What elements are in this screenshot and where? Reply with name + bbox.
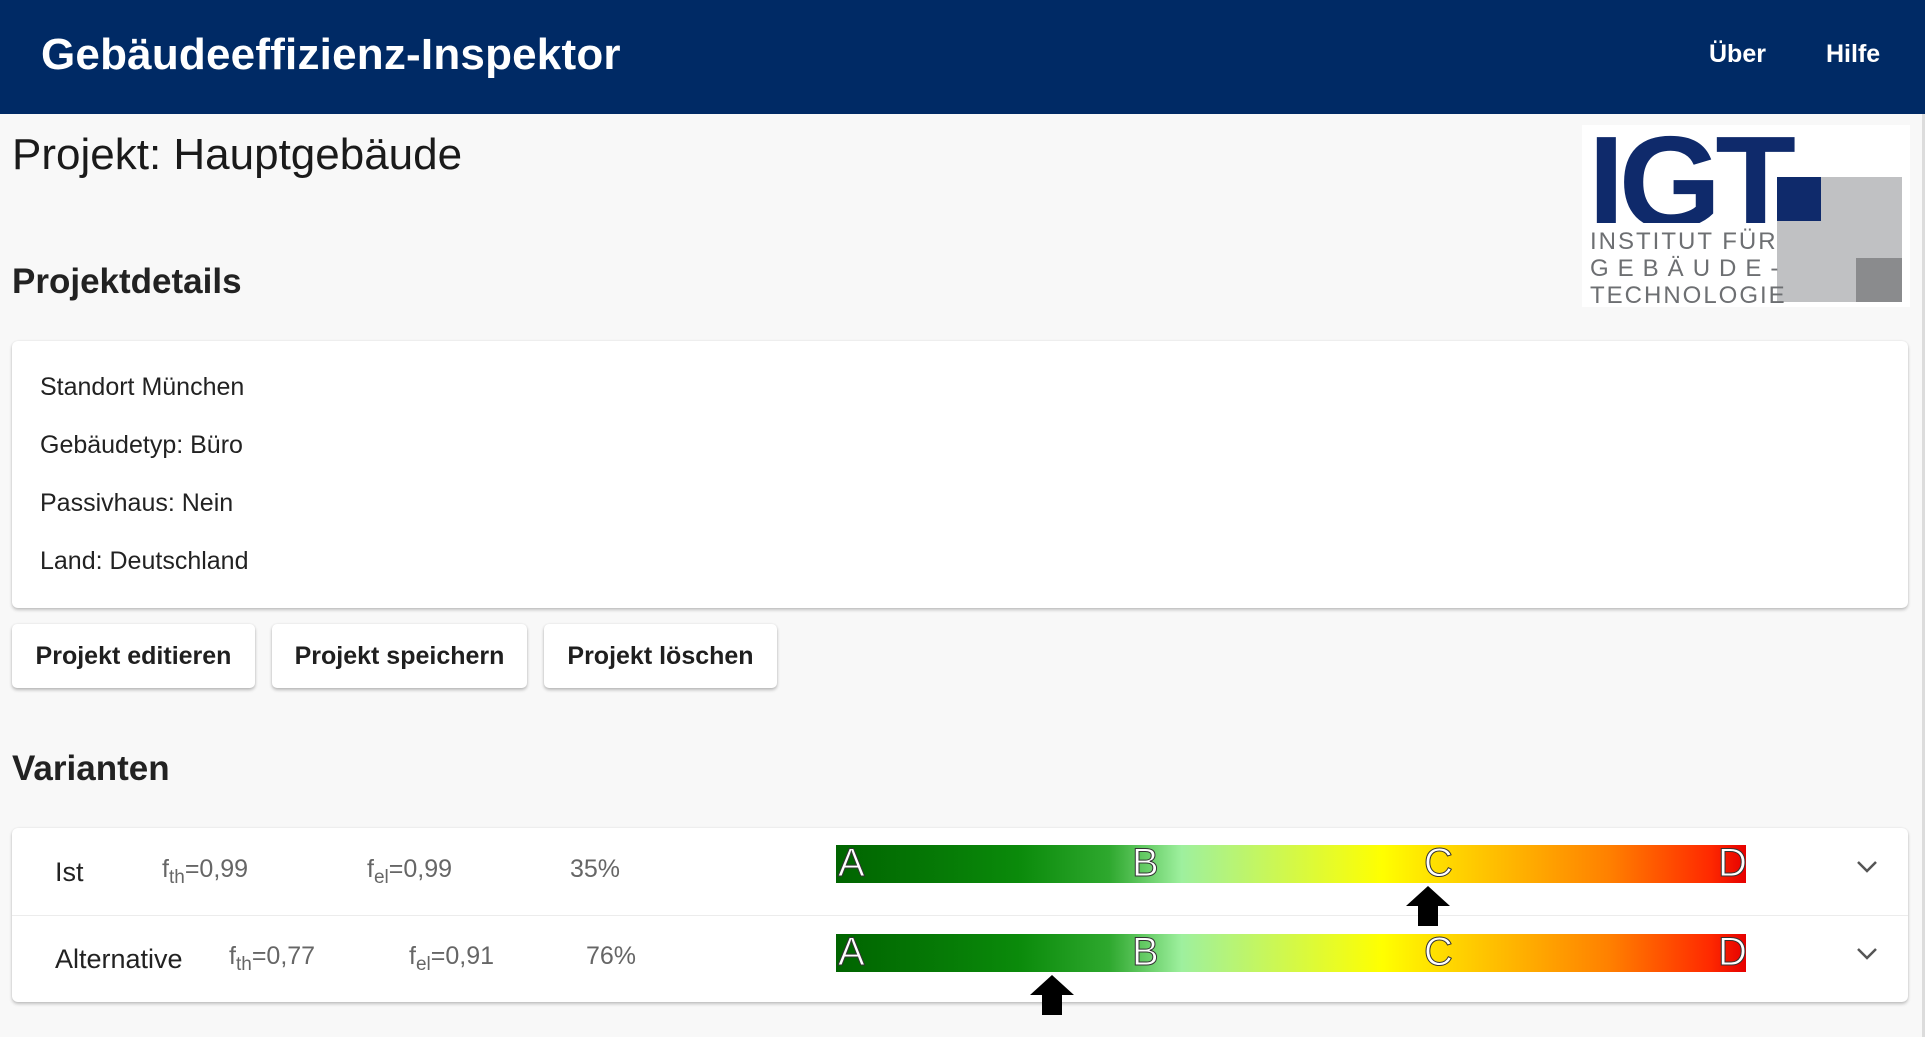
fth-subscript: th	[168, 867, 185, 888]
save-project-button[interactable]: Projekt speichern	[272, 624, 527, 688]
variant-fel: fel=0,99	[367, 855, 452, 889]
delete-project-button[interactable]: Projekt löschen	[544, 624, 777, 688]
fel-subscript: el	[373, 867, 389, 888]
app-title: Gebäudeeffizienz-Inspektor	[41, 30, 621, 79]
edit-project-button[interactable]: Projekt editieren	[12, 624, 255, 688]
fth-value: =0,77	[251, 942, 316, 970]
chevron-down-icon[interactable]	[1856, 947, 1878, 961]
variant-percent: 76%	[586, 942, 637, 970]
scale-letter-c: C	[1424, 930, 1454, 974]
detail-building-type: Gebäudetyp: Büro	[40, 431, 243, 459]
nav-about-link[interactable]: Über	[1709, 40, 1766, 69]
fth-label: f	[229, 942, 236, 970]
detail-passive-house: Passivhaus: Nein	[40, 489, 234, 517]
scale-letter-b: B	[1132, 841, 1160, 885]
rating-marker-arrow-icon	[1029, 975, 1074, 1015]
fel-value: =0,99	[388, 855, 453, 883]
page-title: Projekt: Hauptgebäude	[12, 130, 463, 179]
variants-heading: Varianten	[12, 749, 170, 788]
scale-letter-b: B	[1132, 930, 1160, 974]
variant-name: Alternative	[55, 944, 183, 974]
efficiency-scale: A B C D	[836, 841, 1748, 885]
variant-name: Ist	[55, 857, 84, 887]
logo-dark-square	[1856, 258, 1902, 302]
efficiency-scale: A B C D	[836, 930, 1748, 974]
scale-letter-d: D	[1718, 841, 1748, 885]
chevron-down-icon[interactable]	[1856, 860, 1878, 874]
scale-letter-d: D	[1718, 930, 1748, 974]
logo-text-line-3: TECHNOLOGIE	[1590, 282, 1787, 309]
fel-value: =0,91	[430, 942, 495, 970]
variant-row-alternative[interactable]: Alternative fth=0,77 fel=0,91 76% A B C …	[12, 915, 1908, 1015]
logo-blue-square	[1777, 177, 1821, 221]
variant-row-ist[interactable]: Ist fth=0,99 fel=0,99 35% A B C D	[12, 828, 1908, 926]
fth-subscript: th	[235, 954, 252, 975]
scale-letter-c: C	[1424, 841, 1454, 885]
project-details-heading: Projektdetails	[12, 262, 242, 301]
scale-letter-a: A	[838, 930, 866, 974]
nav-help-link[interactable]: Hilfe	[1826, 40, 1880, 69]
fel-subscript: el	[415, 954, 431, 975]
variants-card: Ist fth=0,99 fel=0,99 35% A B C D Altern…	[12, 828, 1908, 1015]
variant-percent: 35%	[570, 855, 621, 883]
igt-logo: IGT INSTITUT FÜR GEBÄUDE- TECHNOLOGIE	[1582, 117, 1910, 309]
variant-fth: fth=0,77	[229, 942, 315, 976]
logo-text-line-1: INSTITUT FÜR	[1590, 228, 1778, 255]
detail-location: Standort München	[40, 373, 245, 401]
variant-fel: fel=0,91	[409, 942, 494, 976]
fel-label: f	[367, 855, 374, 883]
variant-fth: fth=0,99	[162, 855, 248, 889]
project-details-card: Standort München Gebäudetyp: Büro Passiv…	[12, 341, 1908, 608]
logo-text-line-2: GEBÄUDE-	[1590, 255, 1788, 282]
top-app-bar: Gebäudeeffizienz-Inspektor Über Hilfe	[0, 0, 1925, 114]
fel-label: f	[409, 942, 416, 970]
detail-country: Land: Deutschland	[40, 547, 249, 575]
scale-letter-a: A	[838, 841, 866, 885]
fth-label: f	[162, 855, 169, 883]
fth-value: =0,99	[184, 855, 249, 883]
